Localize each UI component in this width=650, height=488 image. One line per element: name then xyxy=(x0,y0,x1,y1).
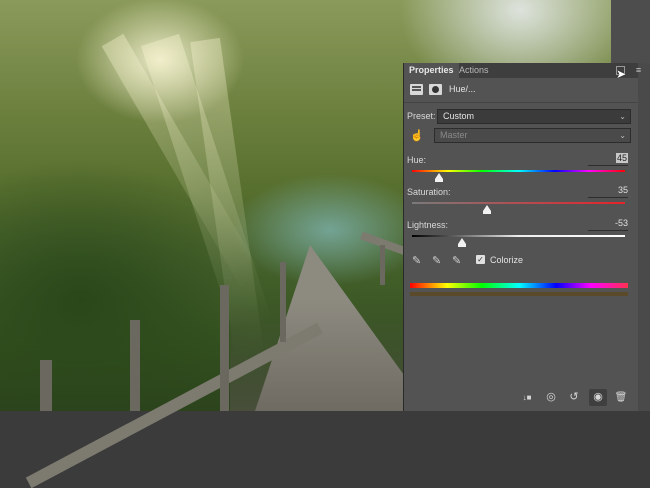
hue-label: Hue: xyxy=(407,155,427,165)
output-hue-bar xyxy=(410,292,628,296)
delete-trash-icon[interactable]: 🗑 xyxy=(612,389,630,406)
tab-properties[interactable]: Properties xyxy=(404,63,459,78)
reset-icon[interactable]: ↺ xyxy=(565,389,583,406)
tab-actions[interactable]: Actions xyxy=(454,63,494,78)
panel-footer: ↓■ ◎ ↺ ◉ 🗑 xyxy=(404,385,638,411)
adjustment-layer-icon[interactable] xyxy=(410,84,423,95)
eyedropper-minus-icon[interactable]: ✎ xyxy=(452,254,464,268)
eyedropper-plus-icon[interactable]: ✎ xyxy=(432,254,444,268)
lightness-slider-thumb[interactable] xyxy=(458,238,467,247)
saturation-slider-track[interactable] xyxy=(412,202,625,204)
preset-value: Custom xyxy=(443,111,475,121)
preset-label: Preset: xyxy=(407,111,436,121)
railing-post xyxy=(280,262,286,342)
targeted-adjustment-hand-icon[interactable]: ☝ xyxy=(410,129,424,142)
channel-select[interactable]: Master ⌄ xyxy=(434,128,631,143)
workspace-edge xyxy=(611,0,650,63)
adjustment-title: Hue/... xyxy=(449,84,476,94)
railing-post xyxy=(380,245,385,285)
hue-slider-track[interactable] xyxy=(412,170,625,172)
colorize-checkbox[interactable]: ✓ xyxy=(476,255,485,264)
hue-value: 45 xyxy=(615,153,628,163)
panel-dock-edge xyxy=(637,63,650,411)
channel-value: Master xyxy=(440,130,468,140)
saturation-slider-thumb[interactable] xyxy=(482,205,491,214)
panel-menu-icon[interactable]: ≡ xyxy=(632,63,645,78)
header-divider xyxy=(404,102,638,103)
lightness-slider-track[interactable] xyxy=(412,235,625,237)
visibility-eye-icon[interactable]: ◉ xyxy=(589,389,607,406)
clip-to-layer-icon[interactable]: ↓■ xyxy=(518,389,536,406)
hue-slider-thumb[interactable] xyxy=(434,173,443,182)
saturation-value: 35 xyxy=(617,185,628,195)
railing-post xyxy=(40,360,52,411)
view-previous-state-icon[interactable]: ◎ xyxy=(542,389,560,406)
panel-tabbar: Properties Actions xyxy=(404,63,638,78)
layer-mask-icon[interactable] xyxy=(429,84,442,95)
railing-post xyxy=(130,320,140,411)
hue-value-field[interactable]: 45 xyxy=(588,153,628,166)
railing-post xyxy=(220,285,229,411)
input-hue-bar xyxy=(410,283,628,288)
eyedropper-icon[interactable]: ✎ xyxy=(412,254,424,268)
saturation-value-field[interactable]: 35 xyxy=(588,185,628,198)
mouse-cursor-icon: ➤ xyxy=(616,67,627,81)
preset-select[interactable]: Custom ⌄ xyxy=(437,109,631,124)
saturation-label: Saturation: xyxy=(407,187,451,197)
colorize-label: Colorize xyxy=(490,255,524,265)
lightness-value-field[interactable]: -53 xyxy=(588,218,628,231)
properties-panel: Properties Actions Hue/... Preset: Custo… xyxy=(403,63,638,411)
lightness-value: -53 xyxy=(614,218,628,228)
chevron-down-icon: ⌄ xyxy=(619,112,626,121)
lightness-label: Lightness: xyxy=(407,220,449,230)
chevron-down-icon: ⌄ xyxy=(619,131,626,140)
